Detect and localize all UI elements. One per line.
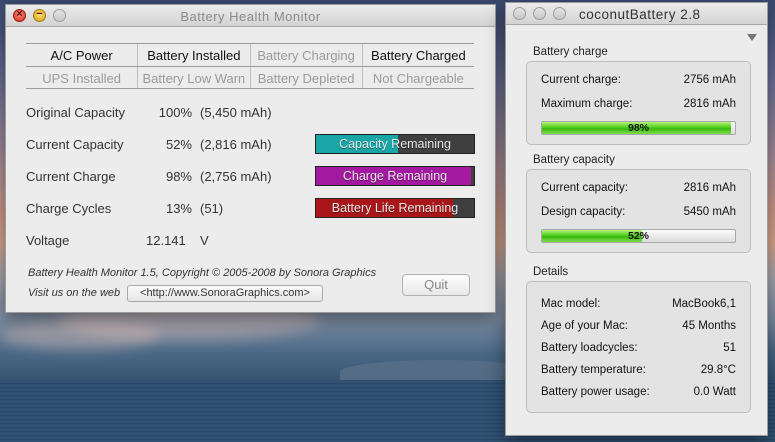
visit-web-label: Visit us on the web — [28, 287, 121, 299]
design-capacity-value: 5450 mAh — [683, 206, 736, 218]
detail-label: Battery temperature: — [541, 364, 646, 376]
detail-value: 45 Months — [682, 320, 736, 332]
battery-charge-heading: Battery charge — [533, 46, 608, 58]
current-capacity-label: Current Capacity — [26, 137, 124, 152]
status-row: UPS Installed Battery Low Warn Battery D… — [26, 66, 474, 89]
status-battery-charging: Battery Charging — [249, 44, 362, 66]
maximum-charge-row: Maximum charge: 2816 mAh — [541, 98, 736, 110]
details-heading: Details — [533, 266, 569, 278]
current-charge-value: 2756 mAh — [683, 74, 736, 86]
zoom-button[interactable] — [553, 7, 566, 20]
status-battery-charged: Battery Charged — [361, 44, 474, 66]
design-capacity-label: Design capacity: — [541, 206, 626, 218]
titlebar[interactable]: coconutBattery 2.8 — [506, 3, 767, 25]
copyright-text: Battery Health Monitor 1.5, Copyright © … — [28, 267, 377, 279]
capacity-progress-bar: 52% — [541, 229, 736, 243]
detail-label: Battery power usage: — [541, 386, 650, 398]
status-ac-power: A/C Power — [50, 48, 113, 63]
window-title: Battery Health Monitor — [180, 9, 321, 24]
current-charge-label: Current charge: — [541, 74, 621, 86]
battery-health-monitor-window: × − Battery Health Monitor A/C Power Bat… — [5, 4, 496, 313]
status-ups-installed: UPS Installed — [42, 71, 121, 86]
battery-charge-box: Current charge: 2756 mAh Maximum charge:… — [526, 61, 751, 145]
minimize-button[interactable] — [533, 7, 546, 20]
detail-label: Age of your Mac: — [541, 320, 628, 332]
battery-life-remaining-bar: Battery Life Remaining — [315, 198, 475, 218]
dropdown-arrow-icon[interactable] — [747, 34, 757, 41]
detail-row-power-usage: Battery power usage: 0.0 Watt — [541, 386, 736, 398]
status-battery-installed: Battery Installed — [137, 44, 249, 66]
detail-row-temperature: Battery temperature: 29.8°C — [541, 364, 736, 376]
charge-cycles-percent: 13% — [165, 201, 192, 216]
charge-cycles-detail: (51) — [200, 201, 224, 216]
detail-label: Battery loadcycles: — [541, 342, 638, 354]
voltage-value: 12.141 — [146, 233, 186, 248]
titlebar[interactable]: × − Battery Health Monitor — [6, 5, 495, 27]
detail-row-mac-model: Mac model: MacBook6,1 — [541, 298, 736, 310]
original-capacity-detail: (5,450 mAh) — [200, 105, 272, 120]
charge-progress-bar: 98% — [541, 121, 736, 135]
detail-row-loadcycles: Battery loadcycles: 51 — [541, 342, 736, 354]
current-capacity-label: Current capacity: — [541, 182, 628, 194]
status-battery-depleted: Battery Depleted — [249, 67, 362, 88]
charge-remaining-label: Charge Remaining — [342, 169, 448, 183]
charge-remaining-bar: Charge Remaining — [315, 166, 475, 186]
original-capacity-percent: 100% — [158, 105, 192, 120]
voltage-unit: V — [200, 233, 209, 248]
capacity-remaining-bar: Capacity Remaining — [315, 134, 475, 154]
capacity-progress-label: 52% — [627, 230, 649, 242]
current-charge-label: Current Charge — [26, 169, 116, 184]
status-grid: A/C Power Battery Installed Battery Char… — [26, 43, 474, 89]
maximum-charge-value: 2816 mAh — [683, 98, 736, 110]
current-capacity-detail: (2,816 mAh) — [200, 137, 272, 152]
close-button[interactable] — [513, 7, 526, 20]
current-charge-percent: 98% — [165, 169, 192, 184]
window-title: coconutBattery 2.8 — [579, 7, 701, 22]
maximum-charge-label: Maximum charge: — [541, 98, 633, 110]
detail-value: 0.0 Watt — [693, 386, 736, 398]
detail-label: Mac model: — [541, 298, 601, 310]
battery-capacity-box: Current capacity: 2816 mAh Design capaci… — [526, 169, 751, 253]
detail-value: 51 — [723, 342, 736, 354]
battery-life-remaining-label: Battery Life Remaining — [331, 201, 459, 215]
detail-row-age: Age of your Mac: 45 Months — [541, 320, 736, 332]
status-not-chargeable: Not Chargeable — [361, 67, 474, 88]
current-capacity-row: Current capacity: 2816 mAh — [541, 182, 736, 194]
detail-value: MacBook6,1 — [672, 298, 736, 310]
charge-cycles-label: Charge Cycles — [26, 201, 112, 216]
charge-progress-label: 98% — [627, 122, 649, 134]
status-row: A/C Power Battery Installed Battery Char… — [26, 43, 474, 66]
battery-capacity-heading: Battery capacity — [533, 154, 615, 166]
website-link-button[interactable]: <http://www.SonoraGraphics.com> — [127, 285, 323, 302]
current-capacity-value: 2816 mAh — [683, 182, 736, 194]
detail-value: 29.8°C — [700, 364, 736, 376]
capacity-remaining-label: Capacity Remaining — [339, 137, 451, 151]
design-capacity-row: Design capacity: 5450 mAh — [541, 206, 736, 218]
quit-button[interactable]: Quit — [402, 274, 470, 296]
current-capacity-percent: 52% — [165, 137, 192, 152]
coconutbattery-window: coconutBattery 2.8 Battery charge Curren… — [505, 2, 768, 436]
voltage-label: Voltage — [26, 233, 70, 248]
current-charge-detail: (2,756 mAh) — [200, 169, 272, 184]
details-box: Mac model: MacBook6,1 Age of your Mac: 4… — [526, 281, 751, 413]
current-charge-row: Current charge: 2756 mAh — [541, 74, 736, 86]
status-battery-low-warn: Battery Low Warn — [137, 67, 249, 88]
original-capacity-label: Original Capacity — [26, 105, 125, 120]
